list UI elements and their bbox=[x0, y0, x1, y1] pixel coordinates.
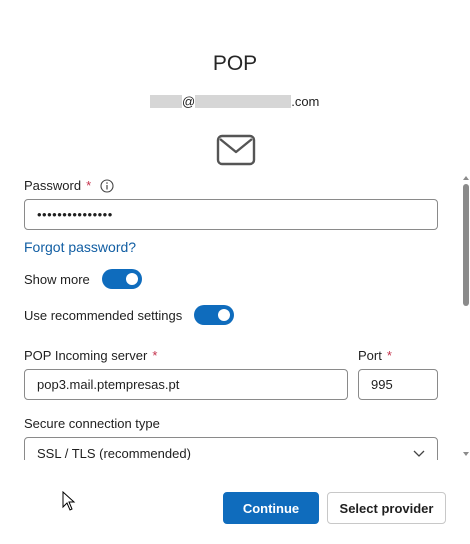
vertical-scrollbar[interactable] bbox=[462, 172, 470, 460]
redacted-domain bbox=[195, 94, 292, 108]
required-asterisk: * bbox=[386, 348, 392, 363]
password-field[interactable]: ••••••••••••••• bbox=[24, 199, 438, 230]
show-more-toggle[interactable] bbox=[101, 269, 142, 289]
settings-form[interactable]: Password * ••••••••••••••• Forgot passwo… bbox=[0, 172, 462, 460]
pop-account-dialog: POP @ .com Password * ••••••••••••••• Fo… bbox=[0, 0, 470, 544]
continue-button[interactable]: Continue bbox=[223, 492, 319, 524]
port-label-text: Port bbox=[358, 348, 382, 363]
account-email: @ .com bbox=[150, 93, 319, 109]
secure-connection-label: Secure connection type bbox=[24, 416, 160, 431]
forgot-password-link[interactable]: Forgot password? bbox=[24, 239, 136, 255]
scroll-thumb[interactable] bbox=[463, 184, 469, 306]
chevron-down-icon bbox=[413, 450, 425, 457]
show-more-row: Show more bbox=[24, 269, 142, 289]
scroll-up-arrow[interactable] bbox=[463, 176, 469, 180]
server-label: POP Incoming server * bbox=[24, 348, 157, 363]
recommended-settings-row: Use recommended settings bbox=[24, 305, 235, 325]
required-asterisk: * bbox=[86, 178, 92, 193]
select-provider-button[interactable]: Select provider bbox=[327, 492, 446, 524]
info-icon[interactable] bbox=[100, 178, 114, 193]
recommended-settings-label: Use recommended settings bbox=[24, 307, 183, 323]
email-domain-suffix: .com bbox=[291, 93, 320, 109]
secure-connection-select[interactable]: SSL / TLS (recommended) bbox=[24, 437, 438, 460]
server-field[interactable]: pop3.mail.ptempresas.pt bbox=[24, 369, 348, 400]
email-at-sign: @ bbox=[182, 93, 196, 109]
mail-icon bbox=[216, 134, 256, 166]
scroll-down-arrow[interactable] bbox=[463, 452, 469, 456]
port-label: Port * bbox=[358, 348, 392, 363]
secure-connection-value: SSL / TLS (recommended) bbox=[37, 446, 191, 460]
show-more-label: Show more bbox=[24, 271, 90, 287]
dialog-title: POP bbox=[212, 52, 258, 75]
server-label-text: POP Incoming server bbox=[24, 348, 148, 363]
redacted-username bbox=[150, 94, 182, 108]
port-field[interactable]: 995 bbox=[358, 369, 438, 400]
password-label: Password * bbox=[24, 178, 114, 193]
password-label-text: Password bbox=[24, 178, 82, 193]
mouse-cursor-icon bbox=[62, 491, 76, 511]
required-asterisk: * bbox=[152, 348, 158, 363]
recommended-settings-toggle[interactable] bbox=[194, 305, 235, 325]
